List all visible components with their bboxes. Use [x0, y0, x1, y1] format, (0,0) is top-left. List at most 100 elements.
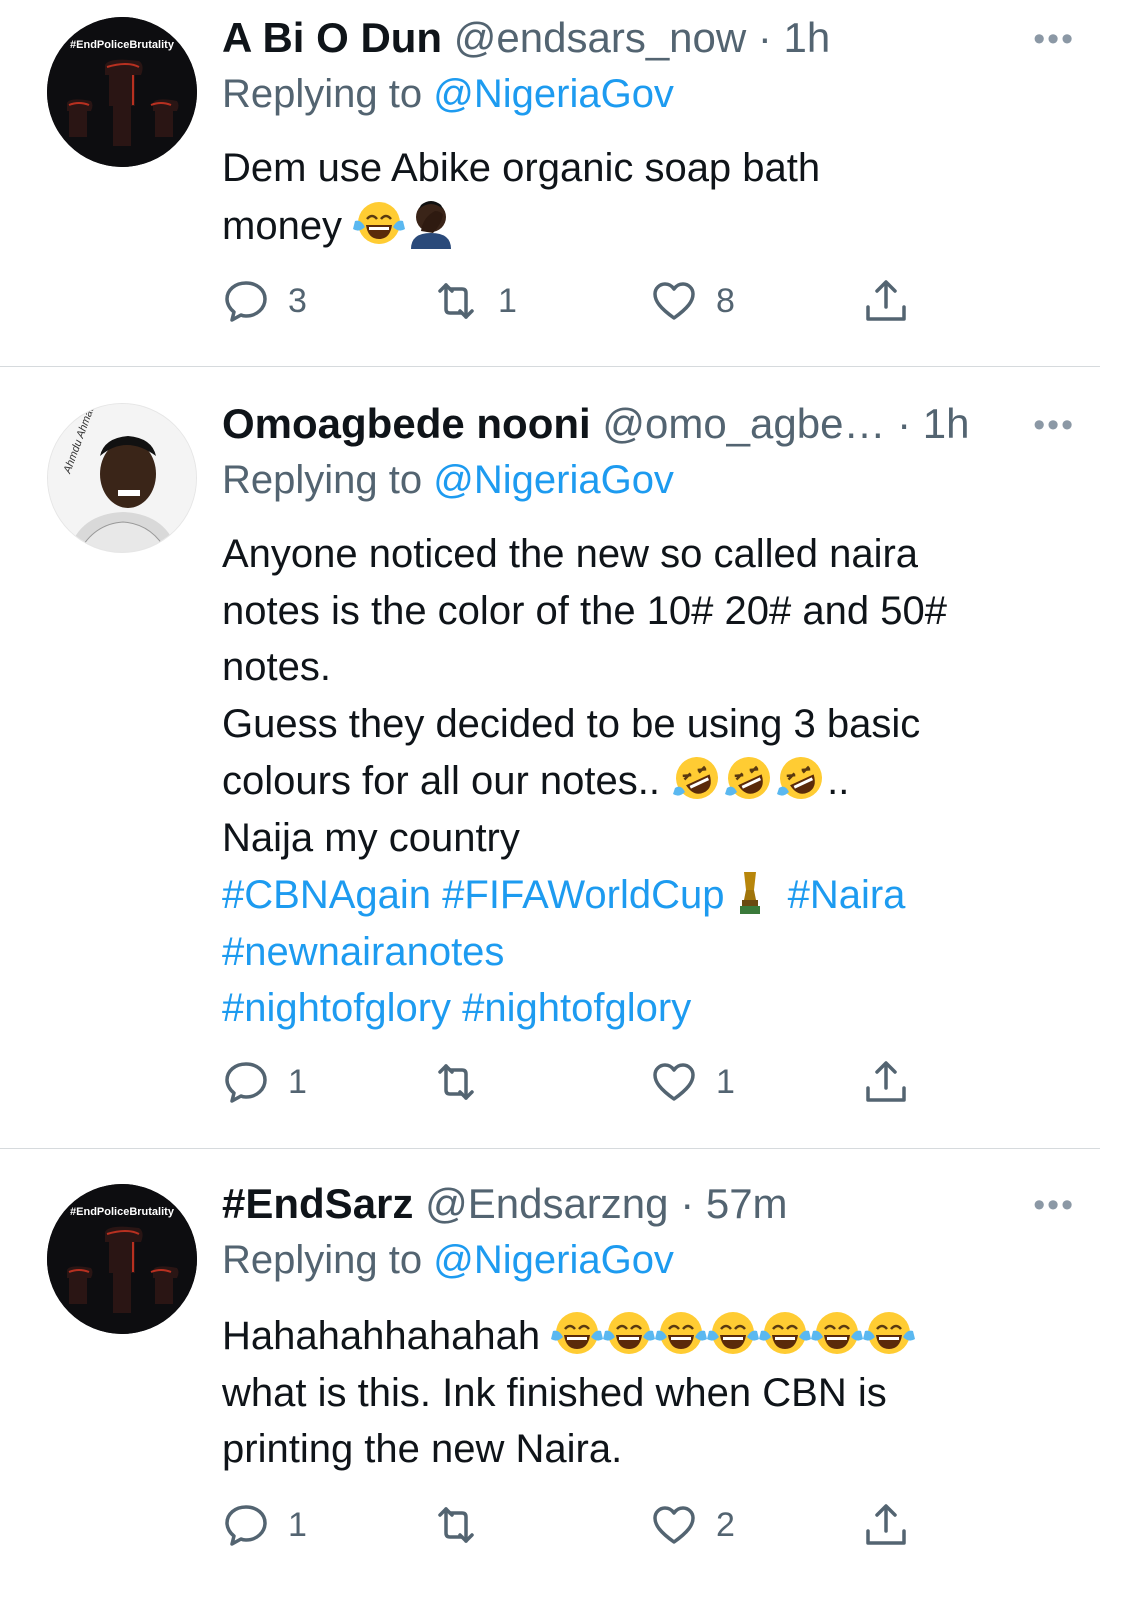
divider: [0, 366, 1100, 367]
text-line: Anyone noticed the new so called naira: [222, 532, 919, 576]
face-with-tears-of-joy-icon: [759, 1307, 811, 1359]
tweet-header: #EndSarz @Endsarzng · 57m: [222, 1180, 788, 1228]
more-options-icon[interactable]: •••: [1033, 1186, 1075, 1225]
rolling-on-the-floor-laughing-icon: [775, 752, 827, 804]
replying-to: Replying to @NigeriaGov: [222, 1238, 674, 1283]
text-line: printing the new Naira.: [222, 1427, 623, 1471]
mention-link[interactable]: @NigeriaGov: [433, 458, 674, 502]
face-with-tears-of-joy-icon: [811, 1307, 863, 1359]
timestamp[interactable]: · 1h: [897, 400, 969, 447]
text-line: what is this. Ink finished when CBN is: [222, 1370, 887, 1415]
text-span: ..: [827, 759, 850, 803]
avatar[interactable]: Ahmdu Ahmad: [47, 403, 197, 553]
trophy-icon: [724, 866, 776, 918]
tweet-actions: 1 1: [222, 1057, 942, 1107]
display-name[interactable]: A Bi O Dun: [222, 14, 442, 61]
mention-link[interactable]: @NigeriaGov: [433, 1238, 674, 1282]
text-line: Guess they decided to be using 3 basic: [222, 701, 921, 746]
profile-photo-icon: Ahmdu Ahmad: [48, 404, 196, 552]
handle[interactable]: @endsars_now: [454, 14, 746, 61]
face-with-tears-of-joy-icon: [603, 1307, 655, 1359]
retweet-button[interactable]: 1: [432, 276, 517, 326]
hashtag-link[interactable]: #CBNAgain: [222, 873, 431, 917]
replying-label: Replying to: [222, 458, 423, 502]
avatar-label: #EndPoliceBrutality: [70, 1206, 174, 1218]
heart-icon: [650, 1501, 698, 1549]
face-with-tears-of-joy-icon: [655, 1307, 707, 1359]
more-options-icon[interactable]: •••: [1033, 406, 1075, 445]
like-button[interactable]: 1: [650, 1057, 735, 1107]
like-count: 1: [716, 1062, 735, 1101]
more-options-icon[interactable]: •••: [1033, 20, 1075, 59]
rolling-on-the-floor-laughing-icon: [671, 752, 723, 804]
text-line: colours for all our notes.. ..: [222, 752, 1082, 810]
face-with-tears-of-joy-icon: [707, 1307, 759, 1359]
hashtag-link[interactable]: #nightofglory: [222, 986, 451, 1030]
display-name[interactable]: Omoagbede nooni: [222, 400, 591, 447]
handle[interactable]: @Endsarzng: [425, 1180, 668, 1227]
timestamp[interactable]: · 57m: [680, 1180, 787, 1227]
tweet-text: Anyone noticed the new so called naira n…: [222, 526, 1082, 1037]
reply-count: 3: [288, 281, 307, 320]
handle[interactable]: @omo_agbe…: [602, 400, 885, 447]
retweet-icon: [432, 1501, 480, 1549]
rolling-on-the-floor-laughing-icon: [723, 752, 775, 804]
retweet-count: 1: [498, 281, 517, 320]
reply-button[interactable]: 3: [222, 276, 307, 326]
hashtag-link[interactable]: #nightofglory: [462, 986, 691, 1030]
replying-to: Replying to @NigeriaGov: [222, 72, 674, 117]
reply-icon: [222, 1501, 270, 1549]
heart-icon: [650, 1058, 698, 1106]
like-button[interactable]: 2: [650, 1500, 735, 1550]
mention-link[interactable]: @NigeriaGov: [433, 72, 674, 116]
reply-count: 1: [288, 1505, 307, 1544]
replying-label: Replying to: [222, 1238, 423, 1282]
text-span: colours for all our notes..: [222, 759, 660, 803]
hashtag-line: #CBNAgain #FIFAWorldCup #Naira: [222, 866, 1082, 924]
share-icon: [862, 277, 910, 325]
retweet-icon: [432, 1058, 480, 1106]
display-name[interactable]: #EndSarz: [222, 1180, 413, 1227]
heart-icon: [650, 277, 698, 325]
tweet-actions: 1 2: [222, 1500, 942, 1550]
avatar[interactable]: #EndPoliceBrutality: [47, 17, 197, 167]
text-span: Hahahahhahahah: [222, 1314, 541, 1358]
tweet-text: Hahahahhahahah what is this. Ink finishe…: [222, 1307, 1082, 1478]
face-with-tears-of-joy-icon: [353, 197, 405, 249]
avatar[interactable]: #EndPoliceBrutality: [47, 1184, 197, 1334]
hashtag-line: #newnairanotes: [222, 924, 1082, 981]
hashtag-link[interactable]: #Naira: [788, 873, 906, 917]
share-button[interactable]: [862, 276, 910, 326]
tweet-header: Omoagbede nooni @omo_agbe… · 1h: [222, 400, 970, 448]
replying-label: Replying to: [222, 72, 423, 116]
text-line: Dem use Abike organic soap bath: [222, 146, 821, 190]
timestamp[interactable]: · 1h: [758, 14, 830, 61]
share-button[interactable]: [862, 1057, 910, 1107]
avatar-label: #EndPoliceBrutality: [70, 39, 174, 51]
reply-icon: [222, 277, 270, 325]
hashtag-link[interactable]: #newnairanotes: [222, 930, 504, 974]
hashtag-link[interactable]: #FIFAWorldCup: [442, 873, 724, 917]
person-facepalming-icon: [405, 197, 457, 249]
text-span: money: [222, 203, 343, 248]
divider: [0, 1148, 1100, 1149]
like-count: 8: [716, 281, 735, 320]
text-line: Naija my country: [222, 815, 520, 860]
reply-button[interactable]: 1: [222, 1057, 307, 1107]
like-button[interactable]: 8: [650, 276, 735, 326]
reply-count: 1: [288, 1062, 307, 1101]
share-icon: [862, 1058, 910, 1106]
replying-to: Replying to @NigeriaGov: [222, 458, 674, 503]
text-line: notes.: [222, 645, 331, 689]
retweet-button[interactable]: [432, 1500, 498, 1550]
share-button[interactable]: [862, 1500, 910, 1550]
retweet-icon: [432, 277, 480, 325]
reply-button[interactable]: 1: [222, 1500, 307, 1550]
reply-icon: [222, 1058, 270, 1106]
tweet-header: A Bi O Dun @endsars_now · 1h: [222, 14, 830, 62]
tweet-text: Dem use Abike organic soap bath money: [222, 140, 1082, 254]
like-count: 2: [716, 1505, 735, 1544]
tweet-actions: 3 1 8: [222, 276, 942, 326]
text-line: notes is the color of the 10# 20# and 50…: [222, 588, 947, 633]
retweet-button[interactable]: [432, 1057, 498, 1107]
